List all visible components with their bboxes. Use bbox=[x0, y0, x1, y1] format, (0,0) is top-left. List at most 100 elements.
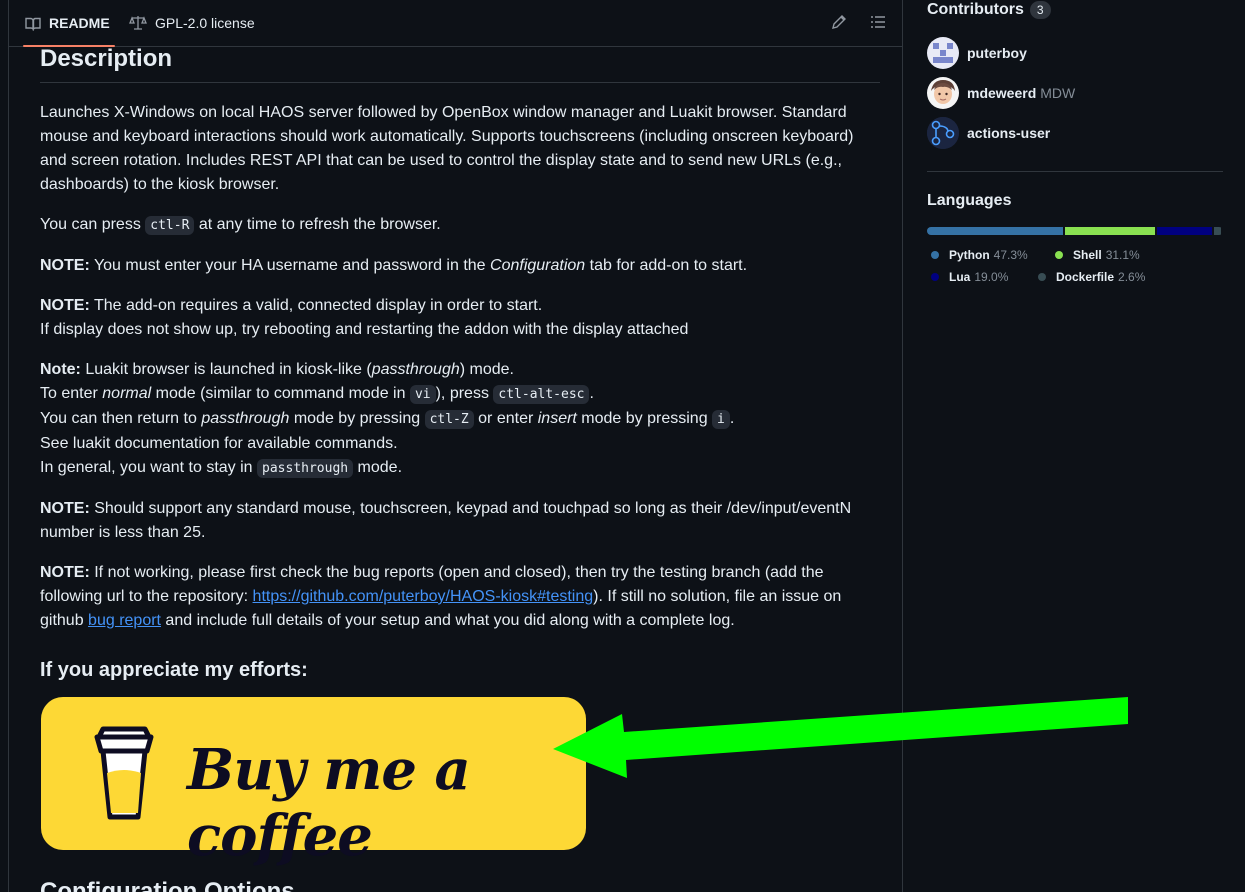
contributor-item[interactable]: actions-user bbox=[927, 117, 1223, 149]
contributor-name: MDW bbox=[1040, 85, 1076, 101]
text: You can then return to bbox=[40, 410, 202, 427]
language-name: Shell bbox=[1073, 248, 1102, 262]
configuration-heading: Configuration Options bbox=[40, 878, 295, 892]
language-item[interactable]: Shell 31.1% bbox=[1051, 244, 1140, 266]
emphasis: passthrough bbox=[201, 410, 290, 427]
repo-sidebar: Contributors 3 puterboy mdeweerd MDW act… bbox=[927, 0, 1223, 288]
text: mode. bbox=[353, 459, 403, 476]
language-item[interactable]: Python 47.3% bbox=[927, 244, 1035, 266]
appreciate-heading: If you appreciate my efforts: bbox=[40, 659, 308, 681]
note-label: NOTE: bbox=[40, 257, 90, 274]
note-credentials: NOTE: You must enter your HA username an… bbox=[40, 254, 880, 278]
buy-me-a-coffee-button[interactable]: Buy me a coffee bbox=[41, 697, 586, 869]
text: mode by pressing bbox=[289, 410, 425, 427]
contributors-title: Contributors bbox=[927, 1, 1024, 18]
text: ) mode. bbox=[459, 361, 514, 378]
text: Luakit browser is launched in kiosk-like… bbox=[80, 361, 372, 378]
code-ctl-r: ctl-R bbox=[145, 216, 195, 235]
code-ctl-z: ctl-Z bbox=[424, 410, 474, 429]
language-color-dot bbox=[931, 273, 939, 281]
code-passthrough: passthrough bbox=[257, 459, 354, 478]
language-name: Lua bbox=[949, 270, 971, 284]
avatar bbox=[927, 77, 959, 109]
description-heading: Description bbox=[40, 44, 880, 83]
intro-paragraph: Launches X-Windows on local HAOS server … bbox=[40, 104, 854, 193]
bug-report-link[interactable]: bug report bbox=[88, 612, 161, 629]
text: mode by pressing bbox=[576, 410, 713, 427]
refresh-paragraph: You can press ctl-R at any time to refre… bbox=[40, 213, 880, 238]
code-i: i bbox=[712, 410, 730, 429]
law-scale-icon bbox=[129, 16, 147, 30]
text: at any time to refresh the browser. bbox=[194, 216, 441, 233]
language-name: Python bbox=[949, 248, 990, 262]
language-item[interactable]: Lua 19.0% bbox=[927, 266, 1018, 288]
text: To enter bbox=[40, 385, 103, 402]
languages-title: Languages bbox=[927, 192, 1012, 209]
language-percent: 19.0% bbox=[974, 270, 1009, 284]
contributor-login: puterboy bbox=[967, 45, 1027, 61]
text: You must enter your HA username and pass… bbox=[89, 257, 491, 274]
note-input-devices: NOTE: Should support any standard mouse,… bbox=[40, 497, 880, 545]
text: mode (similar to command mode in bbox=[151, 385, 410, 402]
buy-me-a-coffee-text: Buy me a coffee bbox=[187, 737, 471, 869]
text: See luakit documentation for available c… bbox=[40, 435, 398, 452]
text: The add-on requires a valid, connected d… bbox=[89, 297, 543, 314]
contributor-login: mdeweerd bbox=[967, 85, 1037, 101]
language-color-dot bbox=[931, 251, 939, 259]
text: ), press bbox=[435, 385, 494, 402]
code-vi: vi bbox=[409, 385, 436, 404]
avatar bbox=[927, 37, 959, 69]
readme-content: Description Launches X-Windows on local … bbox=[40, 44, 880, 683]
text: Should support any standard mouse, touch… bbox=[40, 500, 852, 541]
contributors-count: 3 bbox=[1029, 1, 1051, 19]
readme-panel: README GPL-2.0 license Description Launc… bbox=[8, 0, 903, 892]
contributors-heading[interactable]: Contributors 3 bbox=[927, 1, 1223, 19]
emphasis: passthrough bbox=[371, 361, 460, 378]
language-bar-segment[interactable] bbox=[1156, 227, 1212, 235]
language-percent: 2.6% bbox=[1118, 270, 1146, 284]
tab-readme-label: README bbox=[49, 15, 110, 31]
contributor-item[interactable]: mdeweerd MDW bbox=[927, 77, 1223, 109]
text: . bbox=[589, 385, 594, 402]
text: and include full details of your setup a… bbox=[160, 612, 735, 629]
sidebar-divider bbox=[927, 171, 1223, 172]
language-color-dot bbox=[1055, 251, 1063, 259]
note-label: NOTE: bbox=[40, 297, 90, 314]
note-label: NOTE: bbox=[40, 564, 90, 581]
language-item[interactable]: Dockerfile 2.6% bbox=[1034, 266, 1145, 288]
code-ctl-alt-esc: ctl-alt-esc bbox=[493, 385, 590, 404]
note-troubleshooting: NOTE: If not working, please first check… bbox=[40, 561, 880, 633]
language-bar-segment[interactable] bbox=[1065, 227, 1155, 235]
text: . bbox=[729, 410, 735, 427]
emphasis: normal bbox=[102, 385, 152, 402]
contributor-item[interactable]: puterboy bbox=[927, 37, 1223, 69]
note-label: NOTE: bbox=[40, 500, 90, 517]
languages-list: Python 47.3% Shell 31.1% Lua 19.0% Docke… bbox=[927, 244, 1223, 288]
note-label: Note: bbox=[40, 361, 81, 378]
text: In general, you want to stay in bbox=[40, 459, 258, 476]
coffee-cup-icon bbox=[94, 726, 154, 820]
language-percent: 31.1% bbox=[1105, 248, 1140, 262]
text: tab for add-on to start. bbox=[585, 257, 748, 274]
readme-tabs: README GPL-2.0 license bbox=[9, 0, 902, 47]
contributor-login: actions-user bbox=[967, 125, 1051, 141]
list-outline-icon[interactable] bbox=[870, 14, 886, 30]
tab-license-label: GPL-2.0 license bbox=[155, 15, 255, 31]
text: You can press bbox=[40, 216, 146, 233]
language-percent: 47.3% bbox=[993, 248, 1028, 262]
note-luakit: Note: Luakit browser is launched in kios… bbox=[40, 358, 880, 481]
languages-bar bbox=[927, 227, 1223, 235]
tab-readme[interactable]: README bbox=[23, 0, 115, 47]
language-bar-segment[interactable] bbox=[1213, 227, 1221, 235]
language-bar-segment[interactable] bbox=[927, 227, 1064, 235]
text: or enter bbox=[473, 410, 538, 427]
tab-license[interactable]: GPL-2.0 license bbox=[129, 0, 255, 46]
pencil-icon[interactable] bbox=[831, 14, 847, 30]
language-name: Dockerfile bbox=[1056, 270, 1115, 284]
avatar bbox=[927, 117, 959, 149]
testing-branch-link[interactable]: https://github.com/puterboy/HAOS-kiosk#t… bbox=[253, 588, 594, 605]
language-color-dot bbox=[1038, 273, 1046, 281]
note-display: NOTE: The add-on requires a valid, conne… bbox=[40, 294, 880, 342]
text: If display does not show up, try rebooti… bbox=[40, 321, 689, 338]
book-icon bbox=[25, 17, 41, 31]
